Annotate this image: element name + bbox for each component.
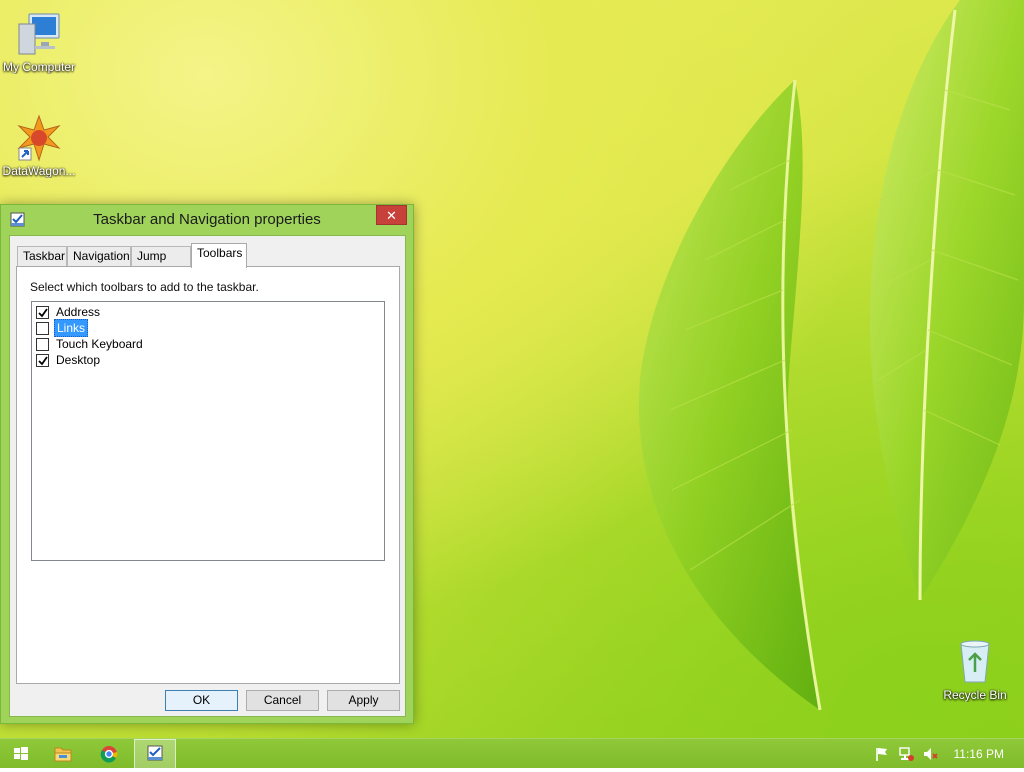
file-explorer-icon xyxy=(54,747,72,762)
datawagon-icon xyxy=(15,114,63,162)
toolbars-list[interactable]: Address Links Touch Keyboard Desktop xyxy=(31,301,385,561)
chrome-icon xyxy=(100,746,118,763)
desktop-icon-recycle-bin[interactable]: Recycle Bin xyxy=(937,638,1013,702)
taskbar-file-explorer[interactable] xyxy=(42,739,84,769)
dialog-title: Taskbar and Navigation properties xyxy=(93,211,321,228)
dialog-titlebar[interactable]: Taskbar and Navigation properties ✕ xyxy=(1,205,413,235)
network-icon[interactable] xyxy=(898,746,914,762)
desktop-label: Desktop xyxy=(56,353,101,367)
touch-keyboard-label: Touch Keyboard xyxy=(56,337,143,351)
tab-jump-lists[interactable]: Jump Lists xyxy=(131,246,191,282)
taskbar-clock[interactable]: 11:16 PM xyxy=(954,747,1004,761)
start-button[interactable] xyxy=(0,739,42,769)
taskbar-chrome[interactable] xyxy=(88,739,130,769)
volume-muted-icon[interactable] xyxy=(922,746,938,762)
address-label: Address xyxy=(56,305,101,319)
close-button[interactable]: ✕ xyxy=(376,205,407,225)
list-item-address[interactable]: Address xyxy=(36,304,102,320)
address-checkbox[interactable] xyxy=(36,305,49,319)
list-item-desktop[interactable]: Desktop xyxy=(36,352,102,368)
checkmark-icon xyxy=(38,355,48,365)
list-item-touch-keyboard[interactable]: Touch Keyboard xyxy=(36,336,145,352)
cancel-button[interactable]: Cancel xyxy=(246,690,319,711)
dialog-client-area: Taskbar Navigation Jump Lists Toolbars S… xyxy=(9,235,406,717)
ok-button[interactable]: OK xyxy=(165,690,238,711)
close-icon: ✕ xyxy=(386,208,397,223)
taskbar-properties-dialog: Taskbar and Navigation properties ✕ Task… xyxy=(0,204,414,724)
taskbar: 11:16 PM xyxy=(0,738,1024,769)
tab-navigation[interactable]: Navigation xyxy=(67,246,131,267)
apply-button[interactable]: Apply xyxy=(327,690,400,711)
recycle-bin-icon xyxy=(951,638,999,686)
tab-toolbars[interactable]: Toolbars xyxy=(191,243,247,268)
my-computer-icon xyxy=(15,10,63,58)
links-label: Links xyxy=(54,319,89,337)
desktop-checkbox[interactable] xyxy=(36,353,49,367)
toolbars-instruction: Select which toolbars to add to the task… xyxy=(30,280,259,294)
action-center-flag-icon[interactable] xyxy=(874,746,890,762)
tab-taskbar[interactable]: Taskbar xyxy=(17,246,67,267)
taskbar-properties-window-button[interactable] xyxy=(134,739,176,769)
list-item-links[interactable]: Links xyxy=(36,319,89,337)
toolbars-tab-panel: Select which toolbars to add to the task… xyxy=(16,266,400,684)
desktop-icon-datawagon[interactable]: DataWagon... xyxy=(1,114,77,178)
desktop-icon-label: My Computer xyxy=(2,60,76,74)
taskbar-properties-icon xyxy=(147,745,163,761)
desktop-icon-label: DataWagon... xyxy=(2,164,76,178)
checkmark-icon xyxy=(38,307,48,317)
touch-keyboard-checkbox[interactable] xyxy=(36,337,49,351)
desktop-icon-my-computer[interactable]: My Computer xyxy=(1,10,77,74)
desktop-icon-label: Recycle Bin xyxy=(943,688,1007,702)
links-checkbox[interactable] xyxy=(36,321,49,335)
windows-start-icon xyxy=(14,747,28,760)
